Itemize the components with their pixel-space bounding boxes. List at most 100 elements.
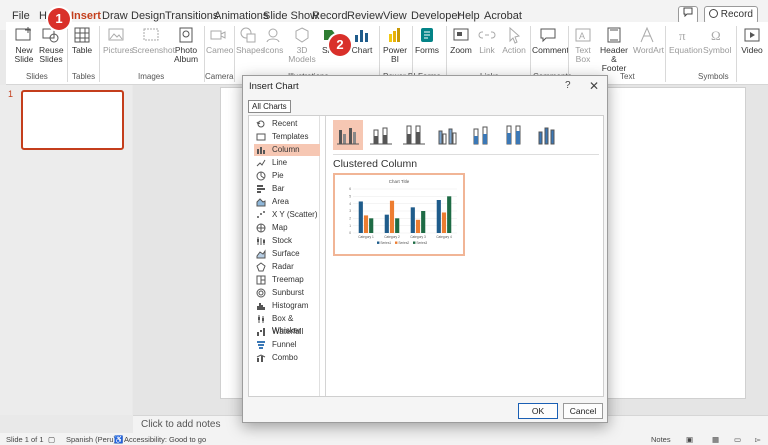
chart-type-box-whisker[interactable]: Box & Whisker [254,313,320,335]
tab-acrobat[interactable]: Acrobat [484,10,522,22]
dialog-divider [325,116,326,396]
slide-sorter-icon[interactable]: ▦ [712,435,719,444]
chart-type-radar[interactable]: Radar [254,261,320,273]
subtype-3d-100-stacked-column[interactable] [498,120,528,150]
chart-type-templates[interactable]: Templates [254,131,320,143]
slide-thumbnail[interactable] [21,90,124,150]
all-charts-tab[interactable]: All Charts [248,100,291,113]
subtype-clustered-column[interactable] [333,120,363,150]
text-box-button[interactable]: A Text Box [572,26,594,64]
tab-help[interactable]: Help [457,10,480,22]
chart-type-sunburst[interactable]: Sunburst [254,287,320,299]
reuse-slides-button[interactable]: Reuse Slides [39,26,64,64]
ok-button[interactable]: OK [518,403,558,419]
chart-type-waterfall[interactable]: Waterfall [254,326,320,338]
tab-slide-show[interactable]: Slide Show [263,10,318,22]
subtype-3d-column[interactable] [531,120,561,150]
tab-draw[interactable]: Draw [102,10,128,22]
chart-type-surface[interactable]: Surface [254,248,320,260]
ribbon-separator [736,26,737,82]
icons-button[interactable]: Icons [263,26,283,55]
dialog-help-button[interactable]: ? [565,80,571,91]
notes-toggle[interactable]: Notes [651,435,671,444]
chart-type-bar[interactable]: Bar [254,183,320,195]
tab-record[interactable]: Record [312,10,347,22]
chart-type-line[interactable]: Line [254,157,320,169]
y-tick-label: 4 [349,202,351,206]
chart-type-column[interactable]: Column [254,144,320,156]
cancel-button[interactable]: Cancel [563,403,603,419]
power-bi-button[interactable]: Power BI [383,26,407,64]
svg-text:π: π [679,28,686,43]
3d-models-button[interactable]: 3D Models [286,26,318,64]
zoom-button[interactable]: Zoom [449,26,473,55]
tab-developer[interactable]: Developer [411,10,461,22]
sunburst-chart-icon [256,288,266,298]
tab-review[interactable]: Review [347,10,383,22]
pictures-button[interactable]: Pictures [103,26,134,55]
symbol-button[interactable]: Ω Symbol [703,26,731,55]
chart-legend: Series1 Series2 Series3 [377,241,427,245]
chart-type-treemap[interactable]: Treemap [254,274,320,286]
table-button[interactable]: Table [70,26,94,55]
subtype-3d-clustered-column[interactable] [432,120,462,150]
chart-type-map[interactable]: Map [254,222,320,234]
action-icon [509,26,521,44]
reading-view-icon[interactable]: ▭ [734,435,741,444]
photo-album-label: Photo Album [173,45,199,64]
subtype-3d-stacked-column[interactable] [465,120,495,150]
chart-type-funnel[interactable]: Funnel [254,339,320,351]
tab-file[interactable]: File [12,10,30,22]
tab-view[interactable]: View [383,10,407,22]
photo-album-button[interactable]: Photo Album [172,26,200,64]
x-tick-label: Category 3 [410,235,426,239]
spell-check-icon[interactable]: ▢ [48,435,55,444]
subtype-stacked-column[interactable] [366,120,396,150]
shapes-button[interactable]: Shapes [236,26,265,55]
wordart-button[interactable]: WordArt [633,26,664,55]
tab-transitions[interactable]: Transitions [165,10,218,22]
forms-button[interactable]: Forms [414,26,440,55]
slideshow-view-icon[interactable]: ▻ [755,435,761,444]
normal-view-icon[interactable]: ▣ [686,435,693,444]
tab-animations[interactable]: Animations [214,10,268,22]
comment-button[interactable]: Comment [532,26,569,55]
screenshot-button[interactable]: Screenshot [132,26,175,55]
legend-swatch [395,241,398,244]
x-tick-label: Category 2 [384,235,400,239]
accessibility-status[interactable]: Accessibility: Good to go [124,435,206,444]
action-button[interactable]: Action [501,26,527,55]
chart-preview[interactable]: Chart Title 0 1 2 3 4 5 6 Category 1 Category 2… [333,173,465,256]
header-footer-button[interactable]: Header & Footer [598,26,630,73]
tab-design[interactable]: Design [131,10,165,22]
link-label: Link [479,45,495,55]
equation-label: Equation [669,45,703,55]
shapes-icon [240,27,256,43]
forms-icon [421,28,433,42]
3d-stacked-column-icon [473,126,488,145]
link-button[interactable]: Link [476,26,498,55]
chart-type-area[interactable]: Area [254,196,320,208]
chart-type-recent[interactable]: Recent [254,118,320,130]
tab-insert[interactable]: Insert [71,10,101,29]
ribbon-separator [568,26,569,82]
chart-bar [369,218,374,233]
dialog-close-button[interactable]: ✕ [589,79,599,93]
ribbon-separator [665,26,666,82]
subtype-100-stacked-column[interactable] [399,120,429,150]
chart-type-combo[interactable]: Combo [254,352,320,364]
new-slide-button[interactable]: New Slide [11,26,37,64]
chart-type-scatter[interactable]: X Y (Scatter) [254,209,320,221]
comment-icon [683,7,693,18]
video-button[interactable]: Video [740,26,764,55]
chart-button[interactable]: Chart [350,26,374,55]
chart-type-histogram[interactable]: Histogram [254,300,320,312]
x-tick-label: Category 4 [436,235,452,239]
chart-type-pie[interactable]: Pie [254,170,320,182]
chart-type-stock[interactable]: Stock [254,235,320,247]
accessibility-icon: ♿ [114,435,124,444]
language-status[interactable]: Spanish (Peru) [66,435,116,444]
cameo-button[interactable]: Cameo [206,26,233,55]
chart-bar [363,215,369,233]
equation-button[interactable]: π Equation [669,26,703,55]
